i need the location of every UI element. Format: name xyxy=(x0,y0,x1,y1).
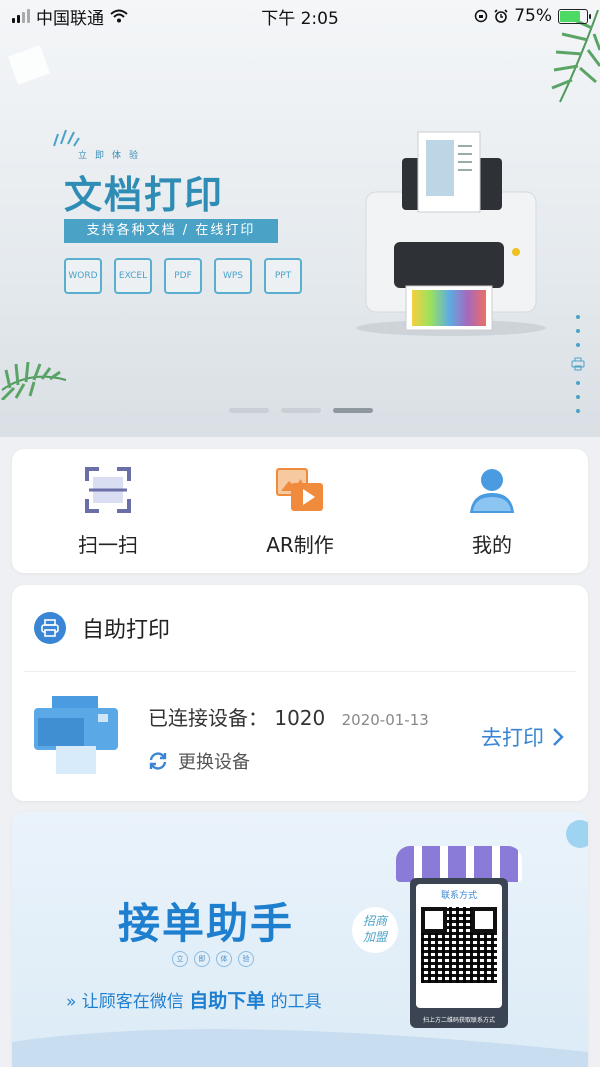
promo-tiny-char: 体 xyxy=(216,951,232,967)
banner-title: 文档打印 xyxy=(64,173,225,217)
printer-illustration-icon xyxy=(356,131,546,336)
quick-actions-card: 扫一扫 AR制作 我的 xyxy=(12,449,588,573)
format-pdf-badge: PDF xyxy=(164,258,202,294)
profile-label: 我的 xyxy=(472,532,512,557)
ar-create-label: AR制作 xyxy=(266,532,334,557)
franchise-badge: 招商 加盟 xyxy=(352,907,398,953)
side-indicator xyxy=(571,315,585,413)
format-ppt-badge: PPT xyxy=(264,258,302,294)
alarm-icon xyxy=(494,9,508,23)
qr-caption: 扫上方二维码获取联系方式 xyxy=(422,1017,495,1024)
carousel-dot-active[interactable] xyxy=(333,408,373,413)
mini-printer-icon xyxy=(571,357,585,371)
self-print-title: 自助打印 xyxy=(82,618,171,643)
format-list: WORD EXCEL PDF WPS PPT xyxy=(64,258,302,294)
carousel-dot[interactable] xyxy=(281,408,321,413)
profile-button[interactable]: 我的 xyxy=(417,465,567,558)
promo-title: 接单助手 xyxy=(118,899,295,948)
scan-icon xyxy=(85,466,131,513)
promo-tiny-char: 即 xyxy=(194,951,210,967)
battery-percent: 75% xyxy=(514,6,552,26)
contact-qr-panel: 联系方式 扫上方二维码获取联系方式 xyxy=(410,878,508,1028)
scan-button[interactable]: 扫一扫 xyxy=(33,465,183,558)
spark-icon xyxy=(53,129,80,147)
change-device-label: 更换设备 xyxy=(178,752,250,773)
qr-code xyxy=(421,907,497,983)
promo-tiny-char: 立 xyxy=(172,951,188,967)
leaf-decoration-icon xyxy=(0,361,67,400)
user-icon xyxy=(470,468,514,513)
device-printer-icon xyxy=(34,696,118,774)
self-print-header: 自助打印 xyxy=(24,585,576,672)
device-id: 1020 xyxy=(274,706,326,730)
chevron-right-icon xyxy=(553,728,564,746)
promo-line: » 让顾客在微信 自助下单 的工具 xyxy=(66,986,322,1013)
signal-icon xyxy=(12,9,30,23)
rotation-lock-icon xyxy=(474,9,488,23)
promo-line-bold: 自助下单 xyxy=(189,990,266,1012)
banner-subtitle: 立即体验 xyxy=(78,151,147,161)
status-bar: 中国联通 下午 2:05 75% xyxy=(0,0,600,32)
awning-decoration xyxy=(396,846,522,882)
promo-tiny-char: 验 xyxy=(238,951,254,967)
ar-create-button[interactable]: AR制作 xyxy=(225,465,375,558)
carrier-label: 中国联通 xyxy=(36,8,104,29)
battery-icon xyxy=(558,8,591,24)
device-row: 已连接设备： 1020 2020-01-13 更换设备 去打印 xyxy=(12,672,588,800)
format-word-badge: WORD xyxy=(64,258,102,294)
document-sheet-icon xyxy=(7,45,51,85)
format-excel-badge: EXCEL xyxy=(114,258,152,294)
refresh-icon xyxy=(149,752,167,770)
go-print-button[interactable]: 去打印 xyxy=(481,722,564,752)
go-print-label: 去打印 xyxy=(481,726,544,750)
promo-line-suffix: 的工具 xyxy=(270,992,322,1012)
device-date: 2020-01-13 xyxy=(341,711,429,729)
qr-title: 联系方式 xyxy=(440,891,477,901)
banner-tagline: 支持各种文档 / 在线打印 xyxy=(64,219,278,243)
scan-label: 扫一扫 xyxy=(78,532,138,557)
change-device-button[interactable]: 更换设备 xyxy=(148,748,250,774)
self-print-card: 自助打印 已连接设备： 1020 2020-01-13 更换设备 去打印 xyxy=(12,585,588,801)
promo-tiny-label: 立 即 体 验 xyxy=(172,951,254,967)
connected-label: 已连接设备： xyxy=(148,706,268,730)
carousel-indicator[interactable] xyxy=(229,408,373,413)
printer-icon xyxy=(34,612,66,644)
order-assistant-banner[interactable]: 接单助手 立 即 体 验 » 让顾客在微信 自助下单 的工具 招商 加盟 联系方… xyxy=(12,812,588,1067)
promo-line-prefix: » 让顾客在微信 xyxy=(66,992,184,1012)
wifi-icon xyxy=(110,9,128,23)
carousel-dot[interactable] xyxy=(229,408,269,413)
hero-banner[interactable]: 立即体验 文档打印 支持各种文档 / 在线打印 WORD EXCEL PDF W… xyxy=(0,0,600,437)
format-wps-badge: WPS xyxy=(214,258,252,294)
clock: 下午 2:05 xyxy=(261,8,339,29)
ar-media-icon xyxy=(276,467,323,511)
connected-device-text: 已连接设备： 1020 2020-01-13 xyxy=(148,702,429,731)
